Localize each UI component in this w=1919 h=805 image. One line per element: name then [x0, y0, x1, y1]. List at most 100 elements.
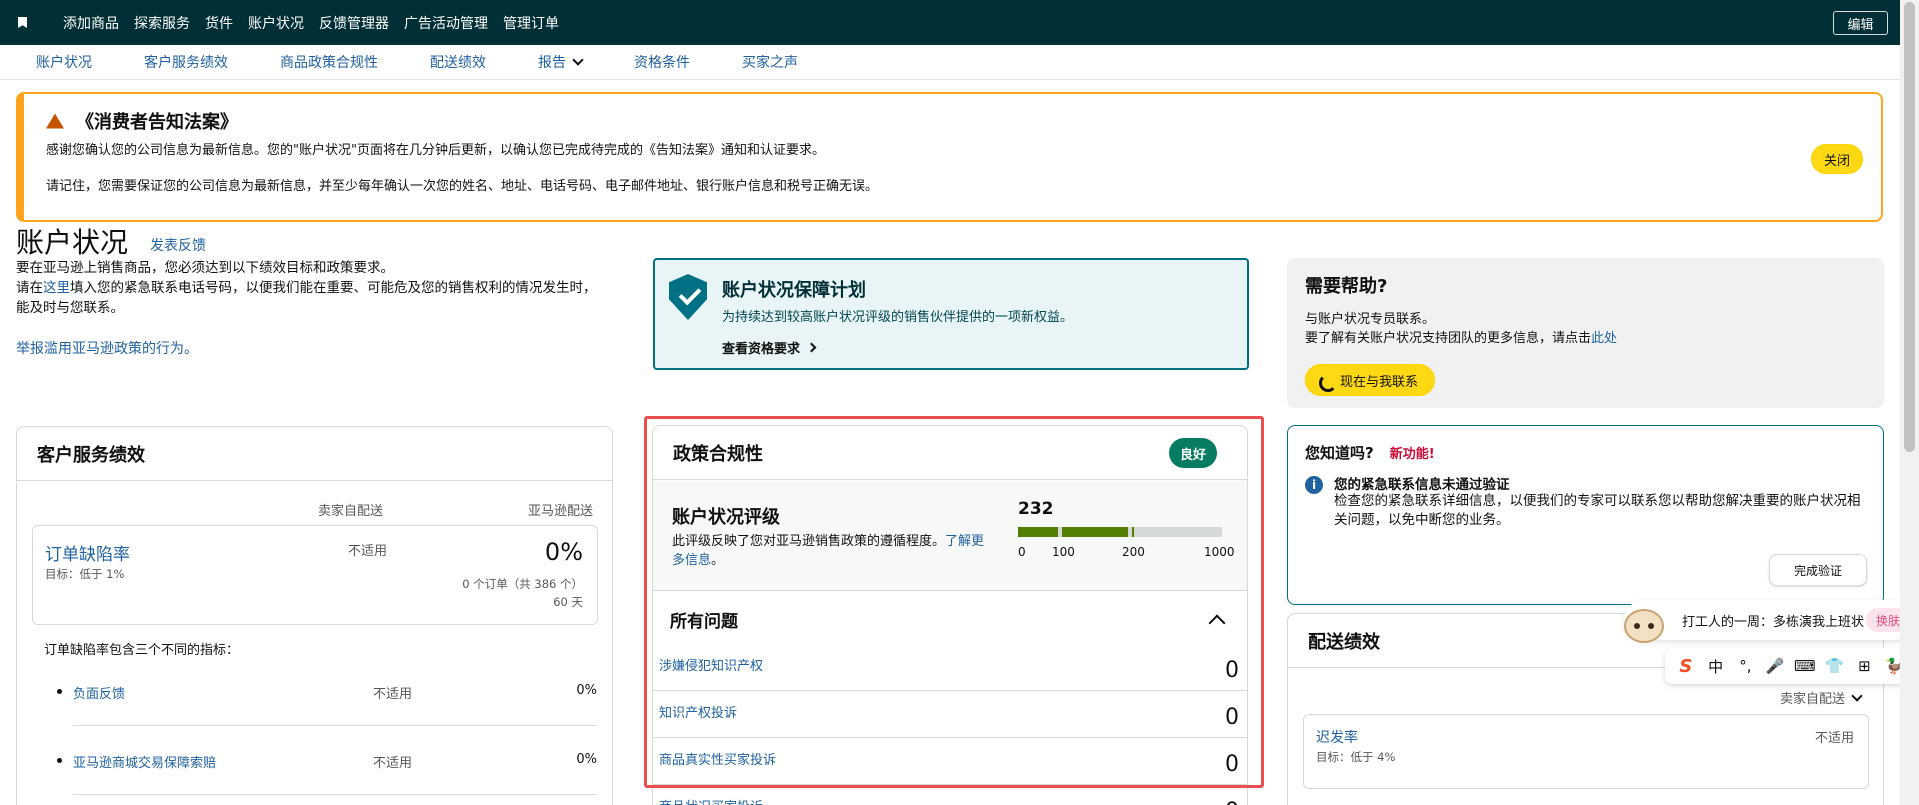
chevron-down-icon	[1851, 690, 1863, 702]
sogou-logo-icon[interactable]: S	[1675, 656, 1697, 677]
tab-eligibility[interactable]: 资格条件	[634, 52, 690, 72]
rating-title: 账户状况评级	[672, 507, 780, 528]
issue-row: 商品状况买家投诉 0	[653, 785, 1247, 805]
ime-voice-icon[interactable]: 🎤	[1764, 657, 1786, 675]
intro-line-2-post: 填入您的紧急联系电话号码，以便我们能在重要、可能危及您的销售权利的情况发生时，能…	[16, 280, 597, 316]
help-here-link[interactable]: 此处	[1591, 331, 1617, 346]
alert-message-1: 感谢您确认您的公司信息为最新信息。您的"账户状况"页面将在几分钟后更新，以确认您…	[46, 143, 825, 158]
nav-manage-orders[interactable]: 管理订单	[503, 13, 559, 33]
metric-amazon-value: 0%	[576, 683, 597, 698]
issue-count: 0	[1225, 799, 1239, 805]
help-line-2-pre: 要了解有关账户状况支持团队的更多信息，请点击	[1305, 331, 1592, 346]
intro-text: 要在亚马逊上销售商品，您必须达到以下绩效目标和政策要求。 请在这里填入您的紧急联…	[16, 258, 606, 318]
rating-score: 232	[1018, 499, 1054, 519]
warning-icon	[46, 113, 64, 129]
contact-me-label: 现在与我联系	[1340, 374, 1419, 390]
rating-bar-fill	[1062, 527, 1128, 537]
negative-feedback-link[interactable]: 负面反馈	[73, 683, 125, 702]
ime-notification[interactable]: 打工人的一周：多栋演我上班状 换肤	[1624, 600, 1914, 640]
ime-punctuation-icon[interactable]: °,	[1734, 657, 1756, 675]
fulfillment-select[interactable]: 卖家自配送	[1779, 688, 1863, 707]
issue-count: 0	[1225, 705, 1239, 730]
help-line-1: 与账户状况专员联系。	[1305, 312, 1436, 327]
odr-link[interactable]: 订单缺陷率	[45, 540, 130, 565]
status-badge: 良好	[1169, 438, 1217, 468]
help-card: 需要帮助? 与账户状况专员联系。 要了解有关账户状况支持团队的更多信息，请点击此…	[1287, 258, 1884, 408]
odr-period: 60 天	[553, 595, 583, 609]
odr-amazon-value: 0%	[544, 538, 583, 566]
verify-message-title: 您的紧急联系信息未通过验证	[1334, 477, 1510, 493]
odr-box: 订单缺陷率 目标：低于 1% 不适用 0% 0 个订单（共 386 个） 60 …	[32, 525, 598, 625]
rating-tick-label: 0	[1018, 545, 1026, 559]
did-you-know-card: 您知道吗? 新功能! i 您的紧急联系信息未通过验证 检查您的紧急联系详细信息，以…	[1287, 425, 1884, 605]
ime-toolbox-icon[interactable]: ⊞	[1853, 657, 1875, 675]
complete-verification-button[interactable]: 完成验证	[1769, 554, 1867, 586]
nav-account-health[interactable]: 账户状况	[248, 13, 304, 33]
a-to-z-claims-link[interactable]: 亚马逊商城交易保障索赔	[73, 752, 216, 771]
nav-add-product[interactable]: 添加商品	[63, 13, 119, 33]
nav-explore-services[interactable]: 探索服务	[134, 13, 190, 33]
rating-desc-pre: 此评级反映了您对亚马逊销售政策的遵循程度。	[672, 534, 946, 549]
contact-me-button[interactable]: 现在与我联系	[1305, 364, 1436, 396]
tab-customer-service[interactable]: 客户服务绩效	[144, 52, 228, 72]
scrollbar-thumb[interactable]	[1904, 2, 1915, 452]
intro-line-2: 请在这里填入您的紧急联系电话号码，以便我们能在重要、可能危及您的销售权利的情况发…	[16, 278, 606, 318]
policy-compliance-card: 政策合规性 良好 账户状况评级 此评级反映了您对亚马逊销售政策的遵循程度。了解更…	[652, 425, 1248, 805]
divider	[73, 794, 597, 795]
page-title: 账户状况	[16, 226, 129, 259]
ime-mascot-icon[interactable]	[1624, 609, 1664, 643]
odr-description: 订单缺陷率包含三个不同的指标：	[44, 643, 240, 658]
tab-delivery[interactable]: 配送绩效	[430, 52, 486, 72]
tab-account-health[interactable]: 账户状况	[36, 52, 92, 72]
issues-title: 所有问题	[670, 612, 738, 632]
page-scrollbar[interactable]	[1900, 0, 1919, 805]
nav-campaign-manager[interactable]: 广告活动管理	[404, 13, 488, 33]
intro-line-2-pre: 请在	[16, 280, 43, 296]
rating-bar	[1018, 527, 1222, 537]
rating-bar-fill	[1132, 527, 1134, 537]
ime-chinese-mode[interactable]: 中	[1705, 656, 1727, 677]
chevron-up-icon[interactable]	[1208, 614, 1226, 632]
help-line-2: 要了解有关账户状况支持团队的更多信息，请点击此处	[1305, 329, 1866, 348]
view-requirements-label: 查看资格要求	[722, 342, 801, 357]
fulfillment-select-value: 卖家自配送	[1779, 692, 1845, 707]
edit-button[interactable]: 编辑	[1833, 11, 1888, 35]
ime-skin-icon[interactable]: 👕	[1824, 657, 1846, 675]
tab-product-policy[interactable]: 商品政策合规性	[280, 52, 378, 72]
rating-desc-post: 。	[711, 553, 725, 568]
protection-plan-card: 账户状况保障计划 为持续达到较高账户状况评级的销售伙伴提供的一项新权益。 查看资…	[653, 258, 1249, 370]
tab-voice-of-customer[interactable]: 买家之声	[742, 52, 798, 72]
nav-feedback-manager[interactable]: 反馈管理器	[319, 13, 389, 33]
issue-ip-complaints-link[interactable]: 知识产权投诉	[659, 702, 737, 721]
nav-shipments[interactable]: 货件	[205, 13, 233, 33]
issue-authenticity-link[interactable]: 商品真实性买家投诉	[659, 749, 776, 768]
tab-reports[interactable]: 报告	[538, 52, 584, 72]
issue-ip-suspected-link[interactable]: 涉嫌侵犯知识产权	[659, 655, 763, 674]
issue-condition-link[interactable]: 商品状况买家投诉	[659, 796, 763, 805]
late-rate-value: 不适用	[1814, 731, 1854, 746]
bullet	[57, 689, 62, 694]
customer-service-title: 客户服务绩效	[17, 427, 612, 481]
view-requirements-link[interactable]: 查看资格要求	[722, 338, 817, 357]
sub-nav: 账户状况 客户服务绩效 商品政策合规性 配送绩效 报告 资格条件 买家之声	[0, 45, 1900, 80]
feedback-link[interactable]: 发表反馈	[150, 235, 206, 255]
report-abuse-link[interactable]: 举报滥用亚马逊政策的行为。	[16, 338, 198, 358]
intro-line-1: 要在亚马逊上销售商品，您必须达到以下绩效目标和政策要求。	[16, 260, 394, 276]
customer-service-card: 客户服务绩效 卖家自配送 亚马逊配送 订单缺陷率 目标：低于 1% 不适用 0%…	[16, 426, 613, 805]
phone-icon	[1318, 373, 1332, 387]
chevron-right-icon	[806, 342, 817, 353]
close-alert-button[interactable]: 关闭	[1811, 144, 1863, 174]
bookmark-icon[interactable]	[18, 17, 27, 28]
divider	[73, 725, 597, 726]
ime-keyboard-icon[interactable]: ⌨	[1794, 657, 1816, 675]
did-you-know-title: 您知道吗?	[1305, 444, 1374, 462]
odr-order-count: 0 个订单（共 386 个）	[462, 577, 583, 591]
metric-amazon-value: 0%	[576, 752, 597, 767]
help-title: 需要帮助?	[1305, 276, 1388, 297]
issue-row: 涉嫌侵犯知识产权 0	[653, 644, 1247, 691]
emergency-contact-link[interactable]: 这里	[43, 280, 70, 296]
delivery-performance-card: 配送绩效 卖家自配送 迟发率 目标：低于 4% 不适用	[1287, 613, 1884, 805]
tab-reports-label: 报告	[538, 55, 566, 71]
late-rate-link[interactable]: 迟发率	[1316, 727, 1358, 747]
col-amazon-fulfilled: 亚马逊配送	[527, 504, 593, 519]
